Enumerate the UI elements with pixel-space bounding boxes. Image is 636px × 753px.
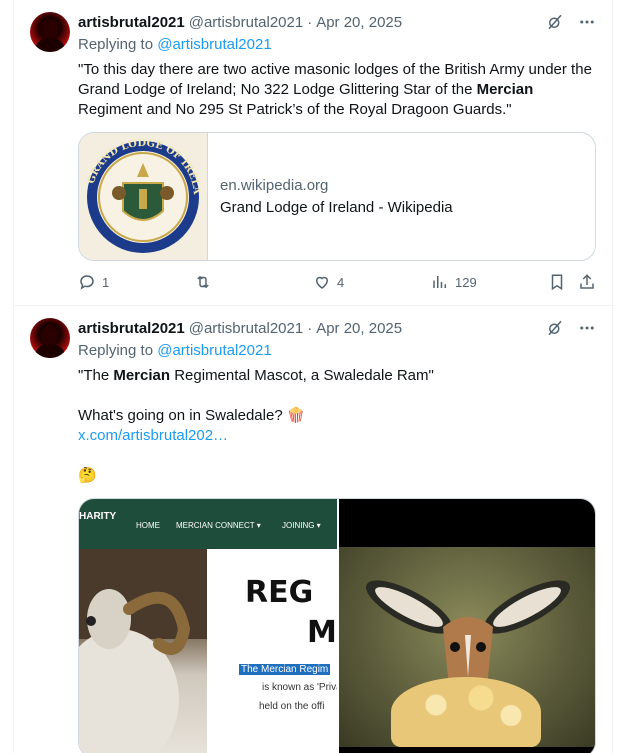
heart-icon bbox=[315, 276, 329, 289]
tweet-text-part: Regimental Mascot, a Swaledale Ram" bbox=[170, 367, 434, 384]
tweet-header: artisbrutal2021 @artisbrutal2021 · Apr 2… bbox=[78, 12, 402, 32]
tweet-text-part: Regiment and No 295 St Patrick’s of the … bbox=[78, 101, 512, 118]
repost-icon bbox=[197, 275, 209, 289]
tweet-header: artisbrutal2021 @artisbrutal2021 · Apr 2… bbox=[78, 318, 402, 338]
share-icon bbox=[580, 274, 594, 289]
site-brand: HARITY bbox=[79, 511, 117, 522]
author-name[interactable]: artisbrutal2021 bbox=[78, 14, 185, 31]
separator-dot: · bbox=[307, 13, 313, 31]
bookmark-button[interactable] bbox=[548, 273, 566, 291]
media-image-right[interactable] bbox=[339, 499, 595, 753]
replying-to: Replying to @artisbrutal2021 bbox=[78, 36, 272, 53]
ram-photo bbox=[79, 549, 207, 753]
tweet-text-bold: Mercian bbox=[476, 81, 534, 98]
avatar[interactable] bbox=[30, 12, 70, 52]
doc-title: M bbox=[307, 615, 337, 650]
popcorn-bowl bbox=[391, 677, 541, 747]
reply-icon bbox=[80, 275, 94, 290]
like-count: 4 bbox=[337, 274, 345, 290]
tweet-text-part: "The bbox=[78, 367, 114, 384]
nav-item: MERCIAN CONNECT ▾ bbox=[176, 521, 261, 530]
grok-icon[interactable] bbox=[546, 319, 564, 342]
separator-dot: · bbox=[307, 319, 313, 337]
media-image-left[interactable]: HARITY HOME MERCIAN CONNECT ▾ JOINING ▾ … bbox=[79, 499, 337, 753]
tweet-text-line: What's going on in Swaledale? 🍿 bbox=[78, 407, 306, 424]
link-card-domain: en.wikipedia.org bbox=[220, 177, 329, 194]
link-card[interactable]: GRAND LODGE OF IRELAND GRAND LODGE OF IR… bbox=[78, 132, 596, 261]
nav-item: HOME bbox=[136, 521, 160, 530]
author-handle[interactable]: @artisbrutal2021 bbox=[189, 320, 303, 337]
repost-button[interactable] bbox=[194, 273, 218, 291]
views-button[interactable]: 129 bbox=[431, 273, 477, 291]
gazelle-popcorn-photo bbox=[339, 547, 595, 747]
tweet[interactable]: artisbrutal2021 @artisbrutal2021 · Apr 2… bbox=[14, 0, 614, 306]
tweet-date[interactable]: Apr 20, 2025 bbox=[316, 320, 402, 337]
analytics-icon bbox=[433, 276, 446, 288]
reply-button[interactable]: 1 bbox=[78, 273, 109, 291]
doc-line: is known as 'Priva bbox=[262, 682, 337, 693]
tweet-top-icons bbox=[546, 319, 596, 342]
replying-prefix: Replying to bbox=[78, 36, 154, 53]
tweet-link[interactable]: x.com/artisbrutal202… bbox=[78, 427, 228, 444]
share-button[interactable] bbox=[578, 273, 596, 291]
doc-highlight: The Mercian Regim bbox=[239, 664, 331, 675]
regiment-doc: REG M The Mercian Regim is known as 'Pri… bbox=[207, 549, 337, 753]
replying-prefix: Replying to bbox=[78, 342, 154, 359]
replying-to-mention[interactable]: @artisbrutal2021 bbox=[157, 36, 271, 53]
media-grid[interactable]: HARITY HOME MERCIAN CONNECT ▾ JOINING ▾ … bbox=[78, 498, 596, 753]
tweet-text: "To this day there are two active masoni… bbox=[78, 60, 598, 120]
replying-to: Replying to @artisbrutal2021 bbox=[78, 342, 272, 359]
tweet-date[interactable]: Apr 20, 2025 bbox=[316, 14, 402, 31]
avatar[interactable] bbox=[30, 318, 70, 358]
tweet[interactable]: artisbrutal2021 @artisbrutal2021 · Apr 2… bbox=[14, 306, 614, 753]
doc-line: held on the offi bbox=[259, 701, 325, 712]
tweet-top-icons bbox=[546, 13, 596, 36]
more-icon[interactable] bbox=[578, 319, 596, 342]
like-button[interactable]: 4 bbox=[313, 273, 344, 291]
bookmark-icon bbox=[551, 274, 563, 291]
author-name[interactable]: artisbrutal2021 bbox=[78, 320, 185, 337]
nav-item: JOINING ▾ bbox=[282, 521, 321, 530]
link-card-title: Grand Lodge of Ireland - Wikipedia bbox=[220, 199, 453, 216]
doc-title: REG bbox=[245, 575, 314, 610]
tweet-text: "The Mercian Regimental Mascot, a Swaled… bbox=[78, 366, 598, 486]
thinking-emoji: 🤔 bbox=[78, 467, 97, 484]
reply-count: 1 bbox=[102, 274, 110, 290]
replying-to-mention[interactable]: @artisbrutal2021 bbox=[157, 342, 271, 359]
site-nav-bar: HARITY HOME MERCIAN CONNECT ▾ JOINING ▾ bbox=[79, 499, 337, 549]
link-card-image: GRAND LODGE OF IRELAND GRAND LODGE OF IR… bbox=[79, 133, 208, 260]
author-handle[interactable]: @artisbrutal2021 bbox=[189, 14, 303, 31]
grok-icon[interactable] bbox=[546, 13, 564, 36]
more-icon[interactable] bbox=[578, 13, 596, 36]
tweet-actions: 1 4 129 bbox=[78, 273, 598, 293]
view-count: 129 bbox=[455, 274, 477, 290]
tweet-text-bold: Mercian bbox=[113, 367, 171, 384]
